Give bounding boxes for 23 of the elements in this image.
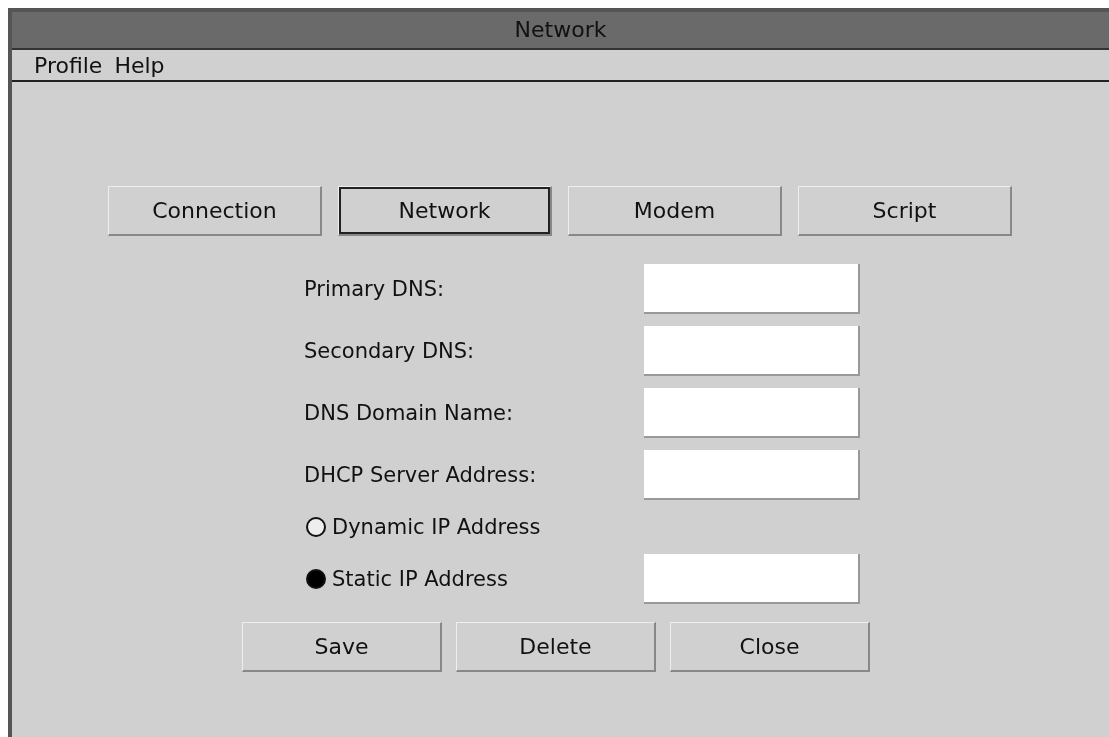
button[interactable]: Save (242, 622, 442, 672)
tab[interactable]: Connection (108, 186, 322, 236)
field-label: Secondary DNS: (303, 339, 476, 363)
radio-button[interactable] (306, 569, 326, 589)
radio-button[interactable] (306, 517, 326, 537)
input-field[interactable] (644, 264, 860, 314)
window-title: Network (12, 12, 1109, 50)
tab[interactable]: Script (798, 186, 1012, 236)
radio-label: Dynamic IP Address (332, 515, 541, 539)
menu-item[interactable]: Profile (34, 52, 103, 78)
input-field[interactable] (644, 326, 860, 376)
input-field[interactable] (644, 450, 860, 500)
field-label: Primary DNS: (303, 277, 446, 301)
field-label: DNS Domain Name: (303, 401, 515, 425)
button[interactable]: Delete (456, 622, 656, 672)
input-field[interactable] (644, 554, 860, 604)
tab[interactable]: Modem (568, 186, 782, 236)
menu-item[interactable]: Help (114, 52, 165, 78)
field-label: DHCP Server Address: (303, 463, 538, 487)
button[interactable]: Close (670, 622, 870, 672)
tab[interactable]: Network (338, 186, 552, 236)
radio-label: Static IP Address (332, 567, 508, 591)
input-field[interactable] (644, 388, 860, 438)
